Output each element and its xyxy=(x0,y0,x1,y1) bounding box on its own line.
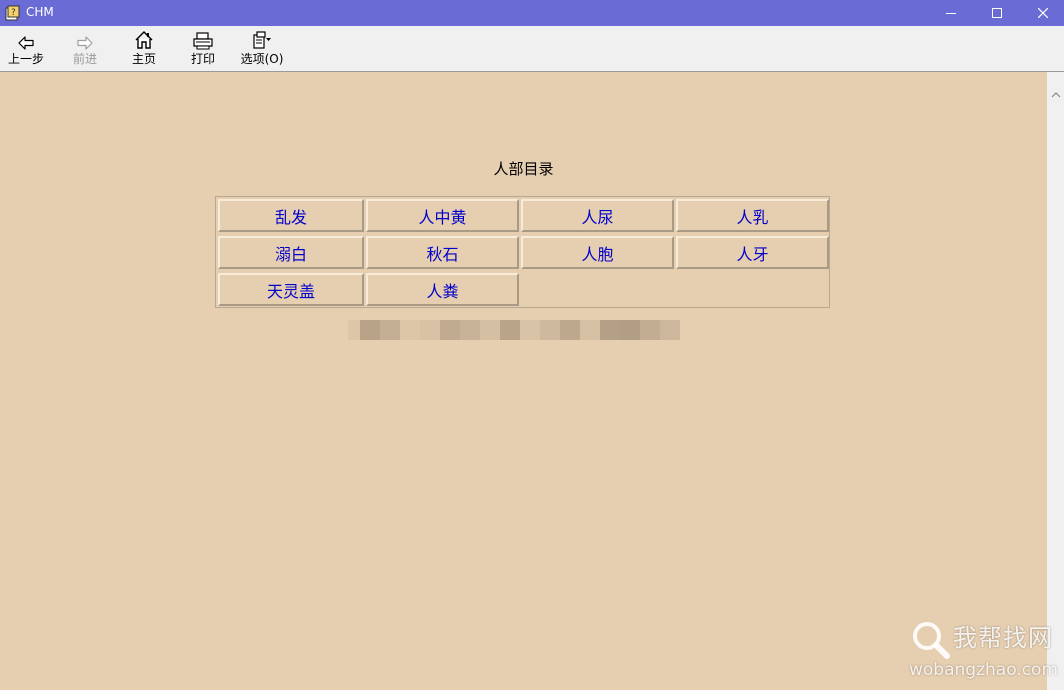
options-label: 选项(O) xyxy=(240,52,284,66)
back-arrow-icon xyxy=(18,36,34,50)
magnifier-icon xyxy=(913,622,950,659)
window-title: CHM xyxy=(26,5,54,19)
toc-link[interactable]: 天灵盖 xyxy=(218,273,364,306)
toc-table: 乱发 人中黄 人尿 人乳 溺白 秋石 人胞 人牙 天灵盖 人粪 xyxy=(215,196,830,308)
page-heading: 人部目录 xyxy=(493,160,554,178)
chm-app-icon: ? xyxy=(5,5,20,21)
vertical-scrollbar[interactable] xyxy=(1047,72,1064,690)
minimize-icon xyxy=(946,13,956,14)
toc-link[interactable]: 秋石 xyxy=(366,236,519,269)
print-button[interactable]: 打印 xyxy=(175,28,231,70)
chevron-up-icon xyxy=(1051,91,1060,97)
scroll-up-button[interactable] xyxy=(1047,86,1064,103)
watermark-name: 我帮找网 xyxy=(953,624,1053,652)
print-label: 打印 xyxy=(190,52,215,66)
home-button[interactable]: 主页 xyxy=(116,28,172,70)
toc-link[interactable]: 人粪 xyxy=(366,273,519,306)
svg-text:?: ? xyxy=(11,8,16,18)
forward-arrow-icon xyxy=(77,36,93,50)
options-icon xyxy=(253,31,271,49)
options-button[interactable]: 选项(O) xyxy=(234,28,290,70)
forward-label: 前进 xyxy=(72,52,97,66)
home-label: 主页 xyxy=(131,52,156,66)
toc-link[interactable]: 人胞 xyxy=(521,236,674,269)
minimize-button[interactable] xyxy=(928,0,974,26)
toc-link[interactable]: 人乳 xyxy=(676,199,829,232)
maximize-icon xyxy=(992,8,1002,18)
toolbar: 上一步 前进 主页 打印 选项(O) xyxy=(0,26,1064,72)
toc-link[interactable]: 人尿 xyxy=(521,199,674,232)
toc-link[interactable]: 溺白 xyxy=(218,236,364,269)
toc-link[interactable]: 乱发 xyxy=(218,199,364,232)
maximize-button[interactable] xyxy=(974,0,1020,26)
content-pane: 人部目录 乱发 人中黄 人尿 人乳 溺白 秋石 人胞 人牙 天灵盖 人粪 xyxy=(0,72,1047,690)
close-icon xyxy=(1038,8,1048,18)
back-label: 上一步 xyxy=(7,52,44,66)
close-button[interactable] xyxy=(1020,0,1064,26)
title-bar: ? CHM xyxy=(0,0,1064,26)
home-icon xyxy=(135,31,153,49)
watermark: 我帮找网 wobangzhao.com xyxy=(905,620,1061,688)
forward-button[interactable]: 前进 xyxy=(57,28,113,70)
toc-link[interactable]: 人牙 xyxy=(676,236,829,269)
toc-link[interactable]: 人中黄 xyxy=(366,199,519,232)
back-button[interactable]: 上一步 xyxy=(0,28,54,70)
printer-icon xyxy=(193,32,213,50)
blurred-text xyxy=(348,320,700,342)
watermark-site: wobangzhao.com xyxy=(909,660,1059,680)
